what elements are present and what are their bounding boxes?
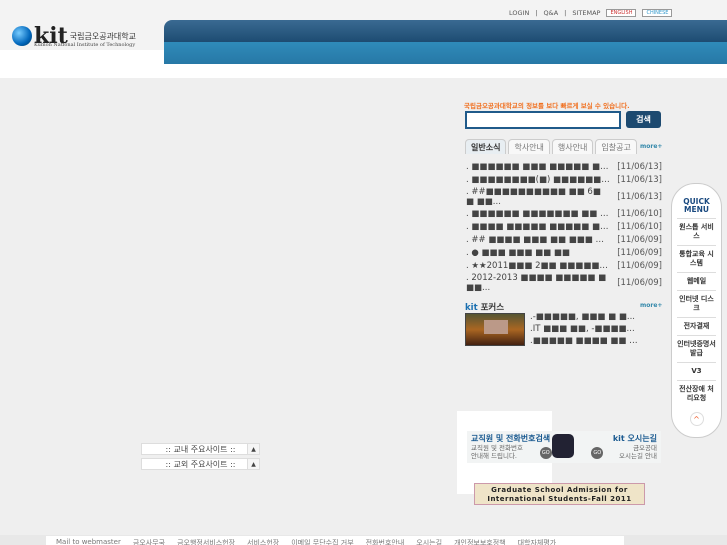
news-title: . ● ■■■ ■■■ ■■ ■■ <box>466 247 570 258</box>
footer-link[interactable]: 금오행정서비스헌장 <box>177 538 235 545</box>
chevron-up-icon[interactable]: ▲ <box>247 444 259 454</box>
footer-link[interactable]: 오시는길 <box>416 538 442 545</box>
news-title: . ##■■■■■■■■■■ ■■ 6■ ■ ■■... <box>466 186 601 207</box>
news-date: [11/06/09] <box>617 247 662 258</box>
news-date: [11/06/10] <box>617 208 662 219</box>
admission-banner[interactable]: Graduate School Admission for Internatio… <box>474 483 645 505</box>
sitemap-link[interactable]: SITEMAP <box>572 9 600 17</box>
quick-item-education[interactable]: 통합교육 시스템 <box>677 245 716 272</box>
footer-link[interactable]: Mail to webmaster <box>56 538 121 545</box>
quick-item-onestop[interactable]: 원스톱 서비스 <box>677 218 716 245</box>
staff-search-banner[interactable]: 교직원 및 전화번호검색 교직원 및 전화번호 안내해 드립니다. <box>471 433 550 461</box>
staff-banner-title: 교직원 및 전화번호검색 <box>471 434 551 443</box>
inner-sites-label: :: 교내 주요사이트 :: <box>165 445 236 454</box>
news-title: . ■■■■ ■■■■■ ■■■■■ ■■■... <box>466 221 611 232</box>
list-item[interactable]: .■■■■■ ■■■■ ■■ ■■ ... <box>530 335 640 347</box>
news-title: . 2012-2013 ■■■■ ■■■■■ ■ ■■... <box>466 272 607 293</box>
focus-title: 포커스 <box>480 303 505 313</box>
utility-links: LOGIN | Q&A | SITEMAP ENGLISH CHINESE <box>509 9 673 17</box>
staff-banner-sub1: 교직원 및 전화번호 <box>471 444 523 452</box>
chevron-up-icon[interactable]: ▲ <box>247 459 259 469</box>
directions-banner[interactable]: kit 오시는길 금오공대 오시는길 안내 <box>613 433 657 461</box>
list-item[interactable]: . ■■■■■■■■(■) ■■■■■■ ■■... [11/06/13] <box>466 173 662 186</box>
list-item[interactable]: . ■■■■■■ ■■■■■■■ ■■ ■■ [11/06/10] <box>466 207 662 220</box>
news-date: [11/06/09] <box>617 260 662 271</box>
tab-general-news[interactable]: 일반소식 <box>465 139 507 154</box>
staff-banner-sub2: 안내해 드립니다. <box>471 452 517 460</box>
search-hint: 국립금오공과대학교의 정보를 보다 빠르게 보실 수 있습니다. <box>464 102 630 110</box>
logo-korean: 국립금오공과대학교 <box>69 31 137 41</box>
news-date: [11/06/09] <box>617 234 662 245</box>
list-item[interactable]: . ★★2011■■■ 2■■ ■■■■■■ ■... [11/06/09] <box>466 259 662 272</box>
news-title: . ■■■■■■ ■■■ ■■■■■ ■■ ■... <box>466 161 611 172</box>
list-item[interactable]: .IT ■■■ ■■, -■■■■... <box>530 323 640 335</box>
news-more-link[interactable]: more+ <box>640 143 662 150</box>
news-date: [11/06/13] <box>617 161 662 172</box>
staff-go-button[interactable]: GO <box>539 447 552 459</box>
news-date: [11/06/13] <box>617 191 662 202</box>
quick-item-certificate[interactable]: 인터넷증명서 발급 <box>677 335 716 362</box>
outer-sites-label: :: 교외 주요사이트 :: <box>165 460 236 469</box>
list-item[interactable]: . ■■■■ ■■■■■ ■■■■■ ■■■... [11/06/10] <box>466 220 662 233</box>
list-item[interactable]: . ■■■■■■ ■■■ ■■■■■ ■■ ■... [11/06/13] <box>466 160 662 173</box>
tab-academic[interactable]: 학사안내 <box>508 139 550 154</box>
focus-list: .-■■■■■, ■■■ ■ ■... .IT ■■■ ■■, -■■■■...… <box>530 311 640 347</box>
admission-line1: Graduate School Admission for <box>491 486 628 494</box>
scroll-top-icon[interactable]: ^ <box>689 412 704 426</box>
news-date: [11/06/10] <box>617 221 662 232</box>
chinese-button[interactable]: CHINESE <box>642 9 673 17</box>
map-banner-sub1: 금오공대 <box>633 444 657 452</box>
focus-heading: kit 포커스 <box>465 301 504 313</box>
search-button[interactable]: 검색 <box>626 111 661 128</box>
news-title: . ## ■■■■ ■■■ ■■ ■■■ ■... <box>466 234 611 245</box>
focus-thumbnail[interactable] <box>465 313 525 346</box>
focus-more-link[interactable]: more+ <box>640 302 662 309</box>
phone-icon <box>552 434 574 458</box>
main-navigation[interactable] <box>164 20 727 64</box>
footer-links: Mail to webmaster 금오사무국 금오행정서비스헌장 서비스헌장 … <box>46 536 624 545</box>
footer-link[interactable]: 이메일 무단수집 거부 <box>291 538 353 545</box>
map-kit: kit <box>612 434 625 443</box>
news-date: [11/06/13] <box>617 174 662 185</box>
list-item[interactable]: . ##■■■■■■■■■■ ■■ 6■ ■ ■■... [11/06/13] <box>466 186 662 207</box>
login-link[interactable]: LOGIN <box>509 9 529 17</box>
admission-line2: International Students-Fall 2011 <box>487 495 632 503</box>
english-button[interactable]: ENGLISH <box>606 9 637 17</box>
list-item[interactable]: . ## ■■■■ ■■■ ■■ ■■■ ■... [11/06/09] <box>466 233 662 246</box>
map-banner-title: 오시는길 <box>627 434 657 443</box>
logo[interactable]: kit 국립금오공과대학교 Kumoh National Institute o… <box>12 25 137 48</box>
outer-sites-select[interactable]: :: 교외 주요사이트 :: ▲ <box>141 458 260 470</box>
tab-events[interactable]: 행사안내 <box>551 139 594 154</box>
news-title: . ■■■■■■ ■■■■■■■ ■■ ■■ <box>466 208 611 219</box>
news-title: . ★★2011■■■ 2■■ ■■■■■■ ■... <box>466 260 611 271</box>
news-title: . ■■■■■■■■(■) ■■■■■■ ■■... <box>466 174 611 185</box>
focus-kit: kit <box>465 303 478 313</box>
footer-link[interactable]: 개인정보보호정책 <box>454 538 506 545</box>
quick-menu: QUICK MENU 원스톱 서비스 통합교육 시스템 웹메일 인터넷 디스크 전… <box>671 183 722 438</box>
quick-menu-title: QUICK MENU <box>683 197 710 214</box>
news-date: [11/06/09] <box>617 277 662 288</box>
list-item[interactable]: . ● ■■■ ■■■ ■■ ■■ [11/06/09] <box>466 246 662 259</box>
news-tabs: 일반소식 학사안내 행사안내 입찰공고 <box>465 139 637 154</box>
quick-item-support[interactable]: 전산장애 처리요청 <box>677 380 716 407</box>
footer-link[interactable]: 전화번호안내 <box>366 538 405 545</box>
quick-item-disk[interactable]: 인터넷 디스크 <box>677 290 716 317</box>
quick-item-approval[interactable]: 전자결재 <box>677 317 716 335</box>
map-banner-sub2: 오시는길 안내 <box>619 452 657 460</box>
footer-link[interactable]: 금오사무국 <box>133 538 165 545</box>
tab-bids[interactable]: 입찰공고 <box>595 139 637 154</box>
footer-link[interactable]: 서비스헌장 <box>247 538 279 545</box>
list-item[interactable]: .-■■■■■, ■■■ ■ ■... <box>530 311 640 323</box>
news-list: . ■■■■■■ ■■■ ■■■■■ ■■ ■... [11/06/13] . ■… <box>466 160 662 293</box>
globe-icon <box>12 26 32 46</box>
qna-link[interactable]: Q&A <box>544 9 559 17</box>
quick-item-v3[interactable]: V3 <box>677 362 716 380</box>
list-item[interactable]: . 2012-2013 ■■■■ ■■■■■ ■ ■■... [11/06/09] <box>466 272 662 293</box>
footer-link[interactable]: 대학자체평가 <box>518 538 557 545</box>
logo-subtitle: Kumoh National Institute of Technology <box>34 42 136 48</box>
search-input[interactable] <box>465 111 621 129</box>
inner-sites-select[interactable]: :: 교내 주요사이트 :: ▲ <box>141 443 260 455</box>
map-go-button[interactable]: GO <box>591 447 604 459</box>
quick-item-webmail[interactable]: 웹메일 <box>677 272 716 290</box>
